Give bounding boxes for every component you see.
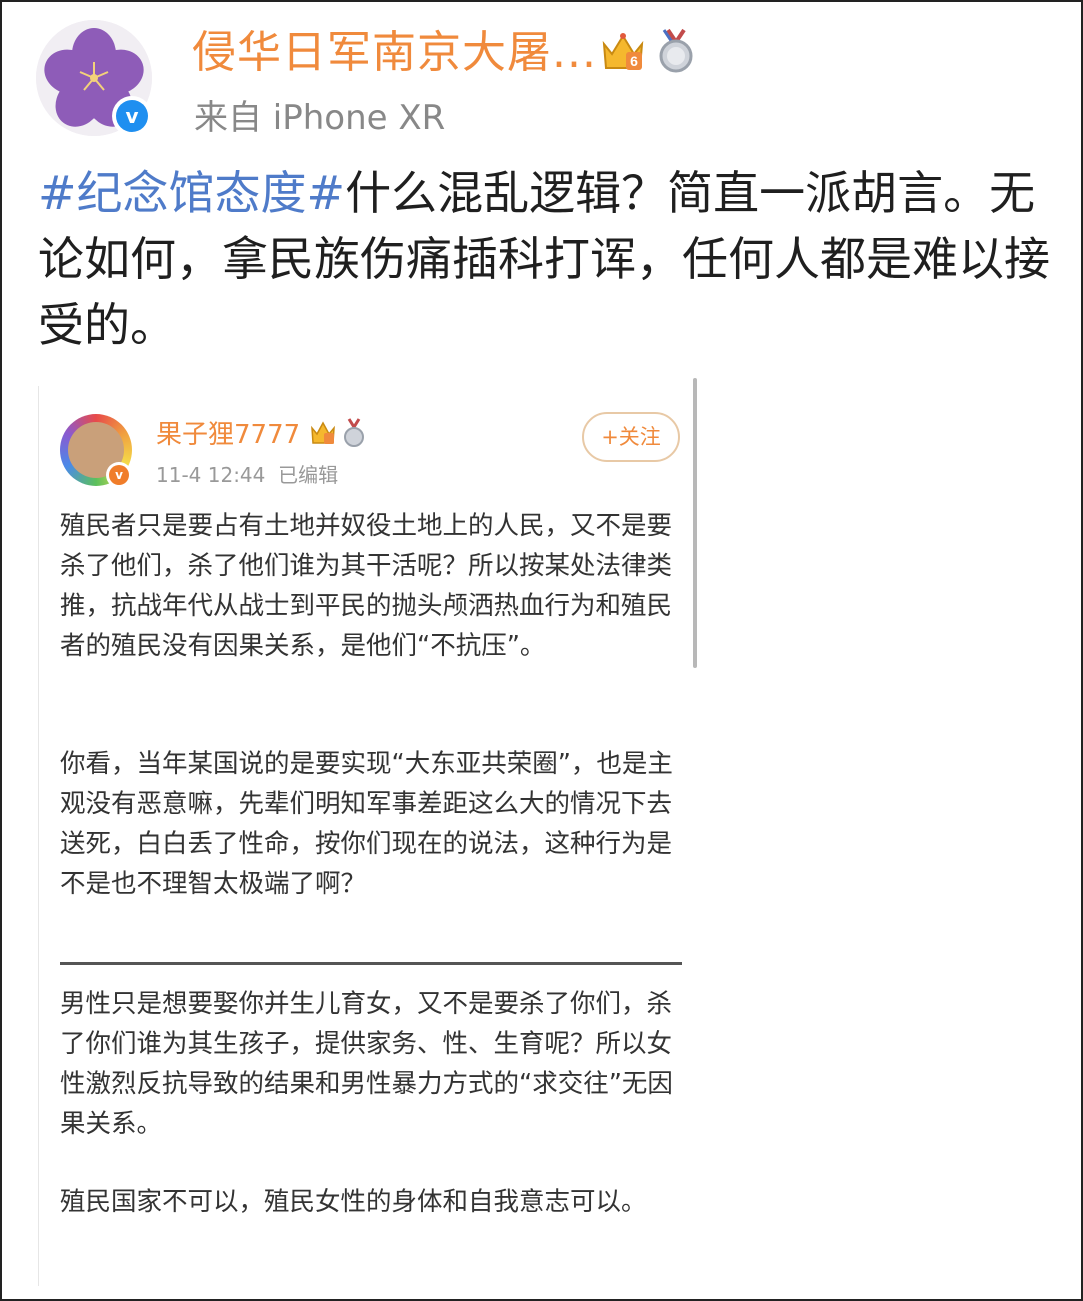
medal-badge-icon[interactable] [656, 28, 696, 74]
embedded-medal-badge-icon[interactable] [342, 418, 366, 448]
crown-badge-level: 6 [630, 53, 638, 69]
verified-mark: v [116, 100, 148, 132]
embedded-paragraph-4: 殖民国家不可以，殖民女性的身体和自我意志可以。 [60, 1187, 647, 1217]
crown-badge-icon[interactable]: 6 [600, 30, 646, 74]
embedded-username[interactable]: 果子狸7777 [156, 416, 300, 454]
embedded-verified-icon: v [106, 462, 132, 488]
embedded-paragraph-2: 你看，当年某国说的是要实现“大东亚共荣圈”，也是主观没有恶意嘛，先辈们明知军事差… [60, 749, 673, 899]
embedded-paragraph-3: 男性只是想要娶你并生儿育女，又不是要杀了你们，杀了你们谁为其生孩子，提供家务、性… [60, 989, 673, 1139]
embedded-paragraph-1: 殖民者只是要占有土地并奴役土地上的人民，又不是要杀了他们，杀了他们谁为其干活呢？… [60, 511, 673, 661]
follow-button[interactable]: +关注 [582, 412, 680, 462]
edited-label[interactable]: 已编辑 [278, 463, 338, 487]
embedded-meta: 11-4 12:44 已编辑 [156, 460, 338, 490]
divider [60, 962, 682, 965]
embedded-verified-mark: v [109, 465, 129, 485]
post-body: #纪念馆态度#什么混乱逻辑？简直一派胡言。无论如何，拿民族伤痛插科打诨，任何人都… [38, 160, 1058, 358]
scrollbar[interactable] [693, 378, 697, 668]
verified-icon: v [112, 96, 152, 136]
embedded-timestamp: 11-4 12:44 [156, 463, 266, 487]
embedded-crown-badge-icon[interactable] [310, 420, 336, 446]
post-username[interactable]: 侵华日军南京大屠... [192, 24, 597, 82]
post-source: 来自 iPhone XR [194, 98, 446, 138]
hashtag-link[interactable]: #纪念馆态度# [38, 166, 345, 220]
